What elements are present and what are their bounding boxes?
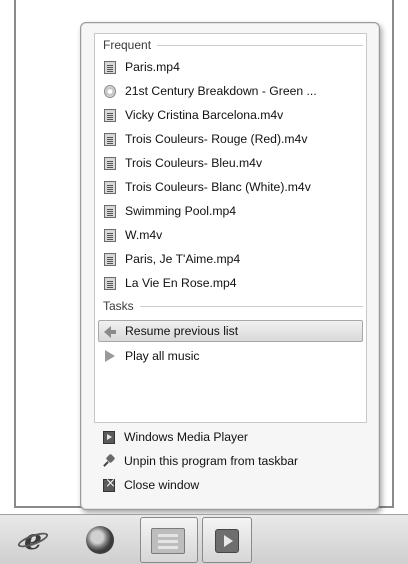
arrow-left-icon: [104, 325, 116, 338]
frequent-item-trois-couleurs-blanc[interactable]: Trois Couleurs- Blanc (White).m4v: [99, 176, 362, 198]
frequent-item-swimming-pool[interactable]: Swimming Pool.mp4: [99, 200, 362, 222]
play-icon: [104, 349, 116, 363]
jump-list: Frequent Paris.mp4 21st Century Breakdow…: [80, 22, 380, 510]
taskbar-windows-media-player[interactable]: [202, 517, 252, 563]
frequent-header: Frequent: [103, 37, 363, 53]
video-file-icon: [104, 276, 116, 290]
jump-list-footer: Windows Media Player Unpin this program …: [94, 426, 367, 502]
video-file-icon: [104, 228, 116, 242]
item-label: Play all music: [125, 349, 200, 363]
tasks-header: Tasks: [103, 298, 363, 314]
item-label: W.m4v: [125, 228, 163, 242]
taskbar-firefox[interactable]: [70, 517, 132, 563]
item-label: Resume previous list: [125, 324, 239, 338]
frequent-header-label: Frequent: [103, 38, 152, 52]
window-right-border: [392, 0, 394, 508]
windows-media-player-icon: [215, 529, 239, 553]
video-file-icon: [104, 156, 116, 170]
item-label: Unpin this program from taskbar: [124, 454, 299, 468]
item-label: Close window: [124, 478, 200, 492]
frequent-item-21st-century-breakdown[interactable]: 21st Century Breakdown - Green ...: [99, 80, 362, 102]
frequent-header-divider: [157, 44, 363, 46]
item-label: Paris, Je T'Aime.mp4: [125, 252, 241, 266]
tasks-header-label: Tasks: [103, 299, 134, 313]
video-file-icon: [104, 252, 116, 266]
frequent-item-trois-couleurs-bleu[interactable]: Trois Couleurs- Bleu.m4v: [99, 152, 362, 174]
open-windows-media-player[interactable]: Windows Media Player: [98, 426, 361, 448]
frequent-item-la-vie-en-rose[interactable]: La Vie En Rose.mp4: [99, 272, 362, 294]
window-left-border: [14, 0, 16, 508]
jump-list-content: Frequent Paris.mp4 21st Century Breakdow…: [94, 33, 367, 423]
frequent-item-paris-mp4[interactable]: Paris.mp4: [99, 56, 362, 78]
item-label: Trois Couleurs- Blanc (White).m4v: [125, 180, 311, 194]
taskbar-windows-explorer[interactable]: [140, 517, 198, 563]
item-label: Paris.mp4: [125, 60, 180, 74]
video-file-icon: [104, 180, 116, 194]
pin-icon: [103, 455, 115, 468]
item-label: 21st Century Breakdown - Green ...: [125, 84, 317, 98]
frequent-item-paris-je-taime[interactable]: Paris, Je T'Aime.mp4: [99, 248, 362, 270]
frequent-item-w[interactable]: W.m4v: [99, 224, 362, 246]
item-label: Trois Couleurs- Rouge (Red).m4v: [125, 132, 308, 146]
item-label: Swimming Pool.mp4: [125, 204, 237, 218]
taskbar: e: [0, 514, 408, 564]
unpin-from-taskbar[interactable]: Unpin this program from taskbar: [98, 450, 361, 472]
close-window[interactable]: Close window: [98, 474, 361, 496]
task-play-all-music[interactable]: Play all music: [99, 345, 362, 367]
windows-explorer-icon: [151, 528, 185, 554]
video-file-icon: [104, 132, 116, 146]
windows-media-player-icon: [103, 430, 115, 444]
frequent-item-vicky-cristina-barcelona[interactable]: Vicky Cristina Barcelona.m4v: [99, 104, 362, 126]
item-label: La Vie En Rose.mp4: [125, 276, 237, 290]
firefox-icon: [86, 526, 114, 554]
item-label: Windows Media Player: [124, 430, 248, 444]
item-label: Vicky Cristina Barcelona.m4v: [125, 108, 284, 122]
item-label: Trois Couleurs- Bleu.m4v: [125, 156, 263, 170]
task-resume-previous-list[interactable]: Resume previous list: [98, 320, 363, 342]
tasks-header-divider: [139, 305, 363, 307]
screen: Frequent Paris.mp4 21st Century Breakdow…: [0, 0, 408, 564]
video-file-icon: [104, 204, 116, 218]
cd-icon: [104, 84, 116, 98]
internet-explorer-icon: e: [20, 526, 46, 554]
video-file-icon: [104, 108, 116, 122]
video-file-icon: [104, 60, 116, 74]
close-window-icon: [103, 476, 116, 492]
taskbar-internet-explorer[interactable]: e: [8, 517, 64, 563]
frequent-item-trois-couleurs-rouge[interactable]: Trois Couleurs- Rouge (Red).m4v: [99, 128, 362, 150]
